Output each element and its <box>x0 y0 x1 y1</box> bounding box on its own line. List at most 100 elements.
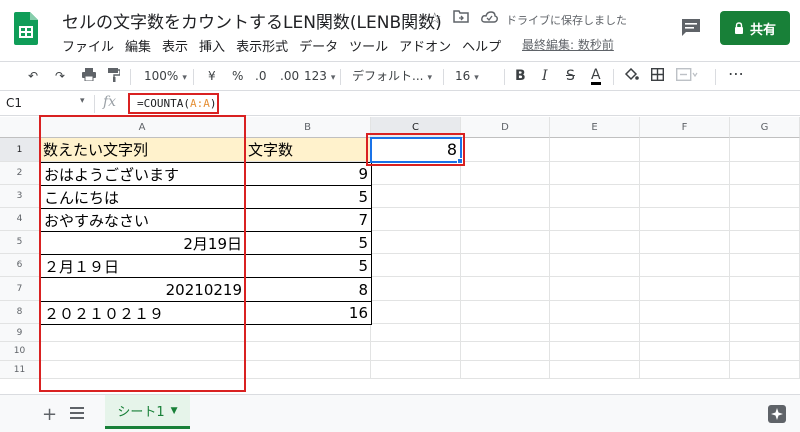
cell-a6[interactable]: ２月１９日 <box>40 254 246 278</box>
cell-a5[interactable]: 2月19日 <box>40 231 246 255</box>
cell-a2[interactable]: おはようございます <box>40 162 246 186</box>
empty-cell[interactable] <box>245 342 371 361</box>
empty-cell[interactable] <box>730 324 800 342</box>
empty-cell[interactable] <box>371 301 461 324</box>
fill-color-icon[interactable] <box>624 67 639 87</box>
column-header-f[interactable]: F <box>640 117 730 138</box>
empty-cell[interactable] <box>461 301 550 324</box>
cell-c1[interactable]: 8 <box>371 138 461 162</box>
column-header-c[interactable]: C <box>371 117 461 138</box>
empty-cell[interactable] <box>640 162 730 185</box>
column-header-b[interactable]: B <box>245 117 371 138</box>
borders-icon[interactable] <box>650 67 665 86</box>
column-header-g[interactable]: G <box>730 117 800 138</box>
print-icon[interactable] <box>82 68 96 86</box>
empty-cell[interactable] <box>640 301 730 324</box>
cell-a1[interactable]: 数えたい文字列 <box>40 138 245 162</box>
empty-cell[interactable] <box>461 138 550 162</box>
empty-cell[interactable] <box>550 138 640 162</box>
cell-b3[interactable]: 5 <box>245 185 372 209</box>
empty-cell[interactable] <box>371 361 461 379</box>
row-header-5[interactable]: 5 <box>0 231 40 254</box>
empty-cell[interactable] <box>640 342 730 361</box>
empty-cell[interactable] <box>730 342 800 361</box>
all-sheets-icon[interactable] <box>70 407 84 419</box>
comment-history-icon[interactable] <box>680 18 702 38</box>
empty-cell[interactable] <box>730 301 800 324</box>
last-edit-link[interactable]: 最終編集: 数秒前 <box>522 36 614 53</box>
row-header-11[interactable]: 11 <box>0 361 40 379</box>
column-header-a[interactable]: A <box>40 117 245 138</box>
menu-edit[interactable]: 編集 <box>125 36 151 55</box>
empty-cell[interactable] <box>730 254 800 277</box>
bold-button[interactable]: B <box>515 68 526 85</box>
font-size-select[interactable]: 16 <box>455 68 499 87</box>
empty-cell[interactable] <box>640 361 730 379</box>
empty-cell[interactable] <box>371 277 461 301</box>
row-header-7[interactable]: 7 <box>0 277 40 301</box>
row-header-6[interactable]: 6 <box>0 254 40 277</box>
paint-format-icon[interactable] <box>108 68 121 87</box>
percent-format-button[interactable]: % <box>232 68 243 85</box>
empty-cell[interactable] <box>461 208 550 231</box>
menu-data[interactable]: データ <box>299 36 338 55</box>
italic-button[interactable]: I <box>542 68 548 85</box>
column-header-e[interactable]: E <box>550 117 640 138</box>
row-header-8[interactable]: 8 <box>0 301 40 324</box>
menu-view[interactable]: 表示 <box>162 36 188 55</box>
row-header-2[interactable]: 2 <box>0 162 40 185</box>
empty-cell[interactable] <box>550 277 640 301</box>
menu-addons[interactable]: アドオン <box>399 36 451 55</box>
empty-cell[interactable] <box>461 231 550 254</box>
more-formats-select[interactable]: 123 <box>304 68 335 87</box>
empty-cell[interactable] <box>461 185 550 208</box>
empty-cell[interactable] <box>461 361 550 379</box>
undo-icon[interactable]: ↶ <box>28 68 38 85</box>
cell-b8[interactable]: 16 <box>245 301 372 325</box>
empty-cell[interactable] <box>461 162 550 185</box>
empty-cell[interactable] <box>640 138 730 162</box>
empty-cell[interactable] <box>371 254 461 277</box>
name-box-dropdown-icon[interactable]: ▾ <box>80 96 85 106</box>
empty-cell[interactable] <box>640 208 730 231</box>
row-header-9[interactable]: 9 <box>0 324 40 342</box>
empty-cell[interactable] <box>730 361 800 379</box>
empty-cell[interactable] <box>550 254 640 277</box>
sheets-logo-icon[interactable] <box>14 12 38 45</box>
empty-cell[interactable] <box>371 324 461 342</box>
empty-cell[interactable] <box>730 208 800 231</box>
star-icon[interactable]: ☆ <box>428 9 441 27</box>
cloud-saved-icon[interactable] <box>481 9 499 27</box>
font-select[interactable]: デフォルト... <box>352 68 432 87</box>
strikethrough-button[interactable]: S <box>566 68 575 85</box>
empty-cell[interactable] <box>40 361 245 379</box>
empty-cell[interactable] <box>371 208 461 231</box>
row-header-4[interactable]: 4 <box>0 208 40 231</box>
cell-a4[interactable]: おやすみなさい <box>40 208 246 232</box>
empty-cell[interactable] <box>40 324 245 342</box>
sheet-tab-1[interactable]: シート1 ▼ <box>105 395 190 429</box>
merge-cells-icon[interactable] <box>675 67 698 86</box>
empty-cell[interactable] <box>730 185 800 208</box>
add-sheet-icon[interactable]: + <box>42 404 57 425</box>
menu-format[interactable]: 表示形式 <box>236 36 288 55</box>
menu-insert[interactable]: 挿入 <box>199 36 225 55</box>
cell-a3[interactable]: こんにちは <box>40 185 246 209</box>
empty-cell[interactable] <box>640 185 730 208</box>
empty-cell[interactable] <box>730 162 800 185</box>
cell-a8[interactable]: ２０２１０２１９ <box>40 301 246 325</box>
select-all-corner[interactable] <box>0 117 40 138</box>
empty-cell[interactable] <box>550 231 640 254</box>
document-title[interactable]: セルの文字数をカウントするLEN関数(LENB関数) <box>62 8 442 33</box>
empty-cell[interactable] <box>461 254 550 277</box>
empty-cell[interactable] <box>550 185 640 208</box>
empty-cell[interactable] <box>640 254 730 277</box>
formula-input[interactable]: =COUNTA(A:A) <box>137 97 216 110</box>
cell-b5[interactable]: 5 <box>245 231 372 255</box>
menu-help[interactable]: ヘルプ <box>462 36 501 55</box>
empty-cell[interactable] <box>550 208 640 231</box>
empty-cell[interactable] <box>461 324 550 342</box>
row-header-3[interactable]: 3 <box>0 185 40 208</box>
empty-cell[interactable] <box>550 342 640 361</box>
column-header-d[interactable]: D <box>461 117 550 138</box>
